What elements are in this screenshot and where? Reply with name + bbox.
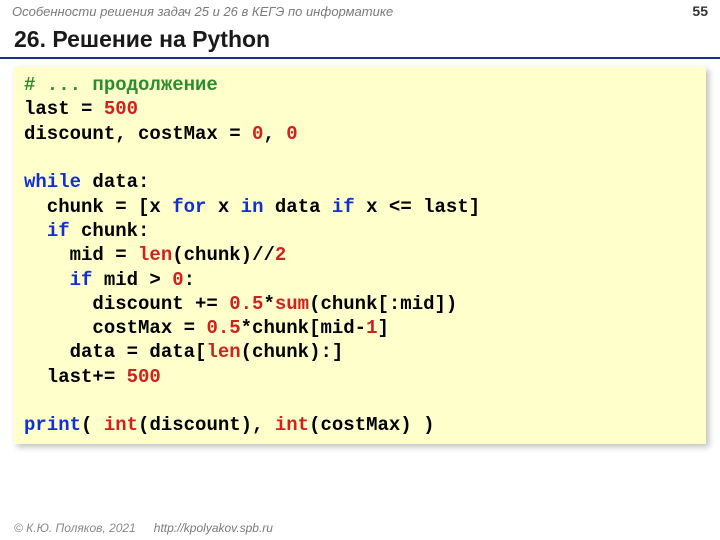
code-builtin: len	[138, 244, 172, 266]
code-number: 0	[172, 269, 183, 291]
code-text: ,	[263, 123, 286, 145]
content: # ... продолжение last = 500 discount, c…	[0, 59, 720, 516]
code-text: x	[206, 196, 240, 218]
topbar: Особенности решения задач 25 и 26 в КЕГЭ…	[0, 0, 720, 22]
code-number: 0	[286, 123, 297, 145]
code-text: (chunk):]	[241, 341, 344, 363]
code-keyword: for	[172, 196, 206, 218]
code-number: 500	[127, 366, 161, 388]
code-text: x <= last]	[355, 196, 480, 218]
code-text: data	[263, 196, 331, 218]
code-text: chunk = [x	[24, 196, 172, 218]
code-text	[24, 220, 47, 242]
code-text: last+=	[24, 366, 127, 388]
code-text: :	[184, 269, 195, 291]
code-number: 0.5	[229, 293, 263, 315]
code-keyword: if	[332, 196, 355, 218]
code-keyword: while	[24, 171, 81, 193]
code-block: # ... продолжение last = 500 discount, c…	[14, 67, 706, 444]
code-text: ]	[377, 317, 388, 339]
code-number: 0.5	[206, 317, 240, 339]
footer: © К.Ю. Поляков, 2021 http://kpolyakov.sp…	[0, 516, 720, 540]
copyright: © К.Ю. Поляков, 2021	[14, 521, 136, 535]
code-text: costMax =	[24, 317, 206, 339]
code-text: *	[263, 293, 274, 315]
code-text: (	[81, 414, 104, 436]
code-text: *chunk[mid-	[241, 317, 366, 339]
code-keyword: print	[24, 414, 81, 436]
code-text: discount, costMax =	[24, 123, 252, 145]
code-text	[24, 269, 70, 291]
page-number: 55	[692, 3, 708, 19]
code-number: 1	[366, 317, 377, 339]
code-text: (discount),	[138, 414, 275, 436]
code-text: discount +=	[24, 293, 229, 315]
code-text: data:	[81, 171, 149, 193]
code-number: 0	[252, 123, 263, 145]
code-number: 500	[104, 98, 138, 120]
code-text: mid =	[24, 244, 138, 266]
page-title: 26. Решение на Python	[0, 22, 720, 55]
footer-url: http://kpolyakov.spb.ru	[154, 521, 273, 535]
code-builtin: len	[206, 341, 240, 363]
code-builtin: int	[104, 414, 138, 436]
code-keyword: if	[70, 269, 93, 291]
code-text: (costMax) )	[309, 414, 434, 436]
code-text: last =	[24, 98, 104, 120]
slide: Особенности решения задач 25 и 26 в КЕГЭ…	[0, 0, 720, 540]
code-number: 2	[275, 244, 286, 266]
code-text: mid >	[92, 269, 172, 291]
code-text: data = data[	[24, 341, 206, 363]
code-comment: # ... продолжение	[24, 74, 218, 96]
code-keyword: in	[241, 196, 264, 218]
code-text: (chunk[:mid])	[309, 293, 457, 315]
code-builtin: sum	[275, 293, 309, 315]
code-text: chunk:	[70, 220, 150, 242]
code-text: (chunk)//	[172, 244, 275, 266]
code-keyword: if	[47, 220, 70, 242]
code-builtin: int	[275, 414, 309, 436]
subject-line: Особенности решения задач 25 и 26 в КЕГЭ…	[12, 4, 393, 19]
